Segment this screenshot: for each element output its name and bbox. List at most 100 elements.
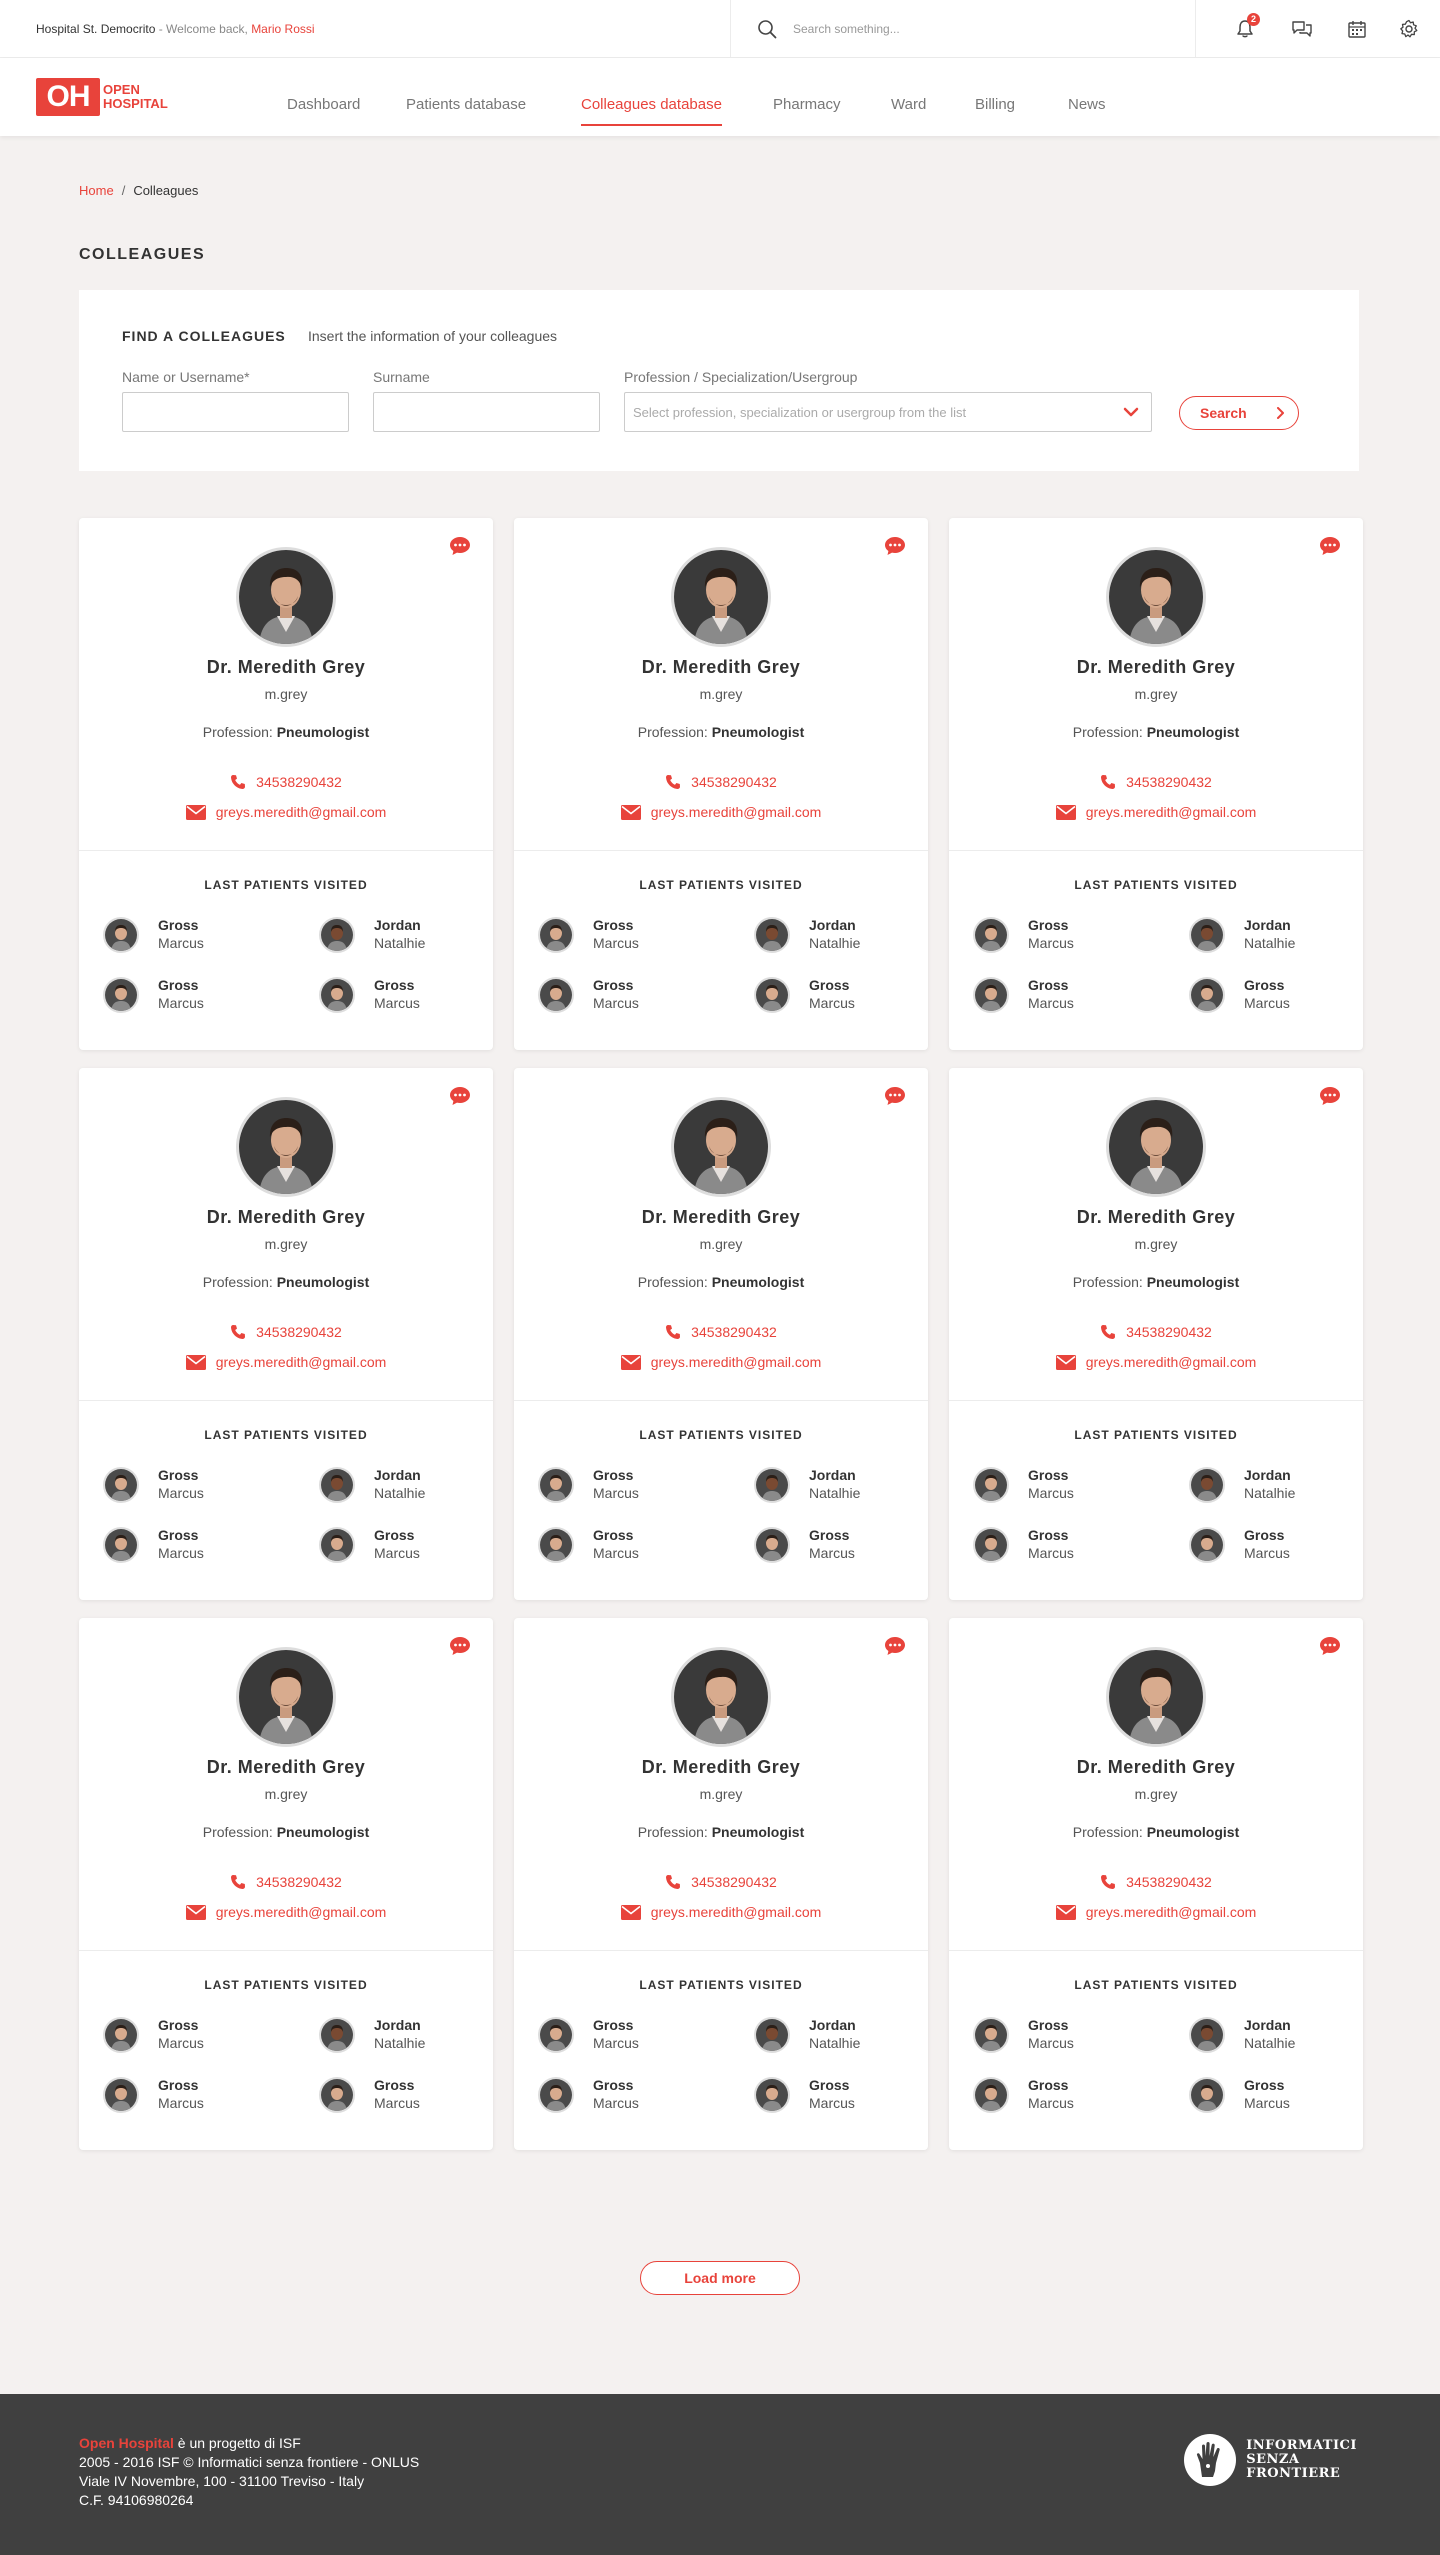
patient-item[interactable]: Gross Marcus [103,915,253,955]
search-icon[interactable] [757,19,777,39]
surname-field[interactable] [373,392,600,432]
patient-item[interactable]: Gross Marcus [538,2075,688,2115]
patient-item[interactable]: Jordan Natalhie [1189,2015,1339,2055]
patient-item[interactable]: Jordan Natalhie [319,915,469,955]
nav-news[interactable]: News [1068,96,1106,113]
nav-dashboard[interactable]: Dashboard [287,96,360,113]
patient-item[interactable]: Jordan Natalhie [754,1465,904,1505]
patient-item[interactable]: Gross Marcus [538,915,688,955]
notification-badge: 2 [1247,13,1260,26]
profession-prefix: Profession: [637,1824,712,1840]
load-more-button[interactable]: Load more [640,2261,800,2295]
email-link[interactable]: greys.meredith@gmail.com [79,1904,493,1920]
patient-avatar [973,1467,1009,1503]
chat-icon[interactable] [449,1636,471,1656]
patient-item[interactable]: Gross Marcus [538,975,688,1015]
email-link[interactable]: greys.meredith@gmail.com [949,1354,1363,1370]
chat-icon[interactable] [449,536,471,556]
chat-bubbles-icon [1292,21,1312,37]
email-link[interactable]: greys.meredith@gmail.com [514,1904,928,1920]
patient-item[interactable]: Jordan Natalhie [319,2015,469,2055]
phone-icon [231,1325,246,1339]
phone-link[interactable]: 34538290432 [514,1874,928,1890]
settings-button[interactable] [1396,16,1422,42]
patient-item[interactable]: Gross Marcus [973,975,1123,1015]
patient-item[interactable]: Gross Marcus [973,2075,1123,2115]
patient-item[interactable]: Gross Marcus [1189,2075,1339,2115]
patient-item[interactable]: Gross Marcus [103,2075,253,2115]
nav-patients-database[interactable]: Patients database [406,96,526,113]
patient-item[interactable]: Gross Marcus [1189,975,1339,1015]
patient-item[interactable]: Jordan Natalhie [754,915,904,955]
phone-link[interactable]: 34538290432 [79,774,493,790]
email-link[interactable]: greys.meredith@gmail.com [79,1354,493,1370]
patient-item[interactable]: Gross Marcus [973,2015,1123,2055]
chat-icon[interactable] [884,1636,906,1656]
patient-item[interactable]: Gross Marcus [538,2015,688,2055]
patient-item[interactable]: Gross Marcus [103,975,253,1015]
patient-item[interactable]: Gross Marcus [103,1465,253,1505]
patient-photo [975,2079,1007,2111]
chat-icon[interactable] [449,1086,471,1106]
card-divider [79,850,493,851]
patient-item[interactable]: Gross Marcus [1189,1525,1339,1565]
chat-icon[interactable] [1319,1636,1341,1656]
patient-avatar [103,977,139,1013]
phone-link[interactable]: 34538290432 [514,774,928,790]
patient-photo [105,979,137,1011]
patient-item[interactable]: Gross Marcus [319,975,469,1015]
email-link[interactable]: greys.meredith@gmail.com [79,804,493,820]
name-field[interactable] [122,392,349,432]
patient-item[interactable]: Gross Marcus [754,2075,904,2115]
patient-item[interactable]: Gross Marcus [973,915,1123,955]
chat-icon[interactable] [1319,536,1341,556]
messages-button[interactable] [1289,16,1315,42]
phone-link[interactable]: 34538290432 [79,1874,493,1890]
profession-select[interactable]: Select profession, specialization or use… [624,392,1152,432]
email-link[interactable]: greys.meredith@gmail.com [949,1904,1363,1920]
phone-link[interactable]: 34538290432 [949,1324,1363,1340]
patient-avatar [973,2017,1009,2053]
notifications-button[interactable]: 2 [1232,13,1260,42]
open-hospital-logo[interactable]: OH OPEN HOSPITAL [36,78,168,116]
user-name-link[interactable]: Mario Rossi [251,22,314,36]
patient-name: Marcus [593,1545,639,1561]
calendar-button[interactable] [1344,16,1370,42]
phone-link[interactable]: 34538290432 [949,1874,1363,1890]
nav-billing[interactable]: Billing [975,96,1015,113]
last-patients-title: LAST PATIENTS VISITED [1074,1428,1238,1442]
patient-item[interactable]: Jordan Natalhie [754,2015,904,2055]
patient-item[interactable]: Gross Marcus [319,1525,469,1565]
patient-item[interactable]: Gross Marcus [754,1525,904,1565]
patient-item[interactable]: Gross Marcus [103,1525,253,1565]
patient-item[interactable]: Gross Marcus [538,1525,688,1565]
phone-link[interactable]: 34538290432 [949,774,1363,790]
patient-item[interactable]: Gross Marcus [754,975,904,1015]
patient-item[interactable]: Jordan Natalhie [1189,915,1339,955]
patient-name: Marcus [1244,1545,1290,1561]
email-link[interactable]: greys.meredith@gmail.com [949,804,1363,820]
patient-item[interactable]: Gross Marcus [973,1465,1123,1505]
patient-item[interactable]: Gross Marcus [538,1465,688,1505]
search-button[interactable]: Search [1179,396,1299,430]
patient-photo [540,919,572,951]
chat-icon[interactable] [1319,1086,1341,1106]
search-input[interactable] [793,14,1173,44]
patient-item[interactable]: Jordan Natalhie [319,1465,469,1505]
nav-colleagues-database[interactable]: Colleagues database [581,96,722,126]
patient-item[interactable]: Gross Marcus [973,1525,1123,1565]
email-address: greys.meredith@gmail.com [650,1354,822,1370]
breadcrumb-home[interactable]: Home [79,183,114,198]
patient-item[interactable]: Gross Marcus [319,2075,469,2115]
phone-link[interactable]: 34538290432 [514,1324,928,1340]
nav-pharmacy[interactable]: Pharmacy [773,96,841,113]
patient-item[interactable]: Jordan Natalhie [1189,1465,1339,1505]
phone-link[interactable]: 34538290432 [79,1324,493,1340]
isf-logo[interactable]: INFORMATICI SENZA FRONTIERE [1184,2434,1357,2486]
nav-ward[interactable]: Ward [891,96,926,113]
email-link[interactable]: greys.meredith@gmail.com [514,804,928,820]
patient-item[interactable]: Gross Marcus [103,2015,253,2055]
email-link[interactable]: greys.meredith@gmail.com [514,1354,928,1370]
chat-icon[interactable] [884,1086,906,1106]
chat-icon[interactable] [884,536,906,556]
